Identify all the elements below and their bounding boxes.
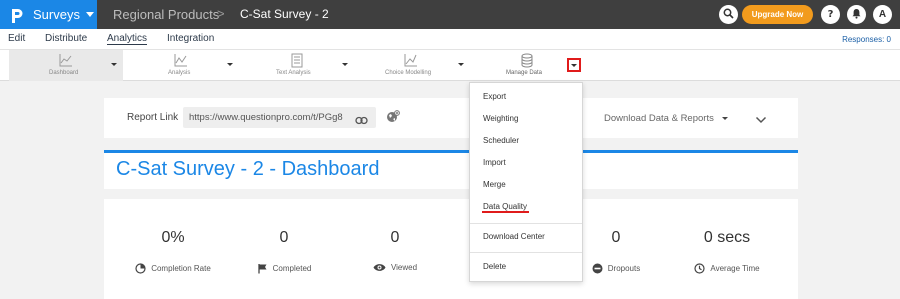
chevron-down-icon [85,12,94,17]
menu-item-export[interactable]: Export [483,92,506,101]
menu-divider [470,223,582,224]
app-name: Surveys [33,7,80,22]
tab-analytics[interactable]: Analytics [107,33,148,45]
breadcrumb-folder[interactable]: Regional Products [113,7,219,22]
chevron-down-icon [571,63,577,67]
bell-icon [851,6,862,24]
menu-divider [470,252,582,253]
stat-average-time: 0 secs Average Time [667,199,787,299]
dashboard-title-panel: C-Sat Survey - 2 - Dashboard [104,153,798,189]
page-title: C-Sat Survey - 2 - Dashboard [116,158,380,180]
tab-integration[interactable]: Integration [167,33,214,44]
stat-label: Viewed [390,263,418,272]
toolbar-text-analysis[interactable]: Text Analysis [250,50,355,81]
report-link-panel: Report Link https://www.questionpro.com/… [104,98,798,138]
report-url-text: https://www.questionpro.com/t/PGg8 [189,112,343,123]
toolbar-label-manage-data: Manage Data [506,70,543,76]
stat-value: 0 [390,229,400,246]
menu-item-weighting[interactable]: Weighting [483,114,518,123]
toolbar-label-choice-modelling: Choice Modelling [385,70,432,76]
svg-text:?: ? [828,9,834,19]
stat-label: Dropouts [607,264,641,273]
help-icon: ? [825,6,836,24]
stat-value: 0% [161,229,185,246]
breadcrumb-separator: > [217,6,225,21]
menu-item-merge[interactable]: Merge [483,180,506,189]
toolbar-label-analysis: Analysis [168,70,191,76]
chevron-down-icon[interactable] [458,63,464,66]
avatar-initial: A [878,9,887,20]
stat-label: Average Time [710,264,760,273]
toolbar-label-dashboard: Dashboard [49,70,79,76]
manage-data-menu: Export Weighting Scheduler Import Merge … [469,82,583,282]
secondary-nav: Edit Distribute Analytics Integration Re… [0,29,900,50]
stat-completion-rate: 0% Completion Rate [113,199,233,299]
toolbar-analysis[interactable]: Analysis [131,50,236,81]
breadcrumb-survey: C-Sat Survey - 2 [240,7,329,21]
questionpro-logo-icon [10,8,24,23]
stat-value: 0 secs [703,229,751,246]
toolbar-label-text-analysis: Text Analysis [276,70,311,76]
tab-edit[interactable]: Edit [8,33,25,44]
stat-value: 0 [279,229,289,246]
tab-distribute[interactable]: Distribute [45,33,87,44]
chevron-down-icon[interactable] [722,117,728,120]
menu-item-data-quality[interactable]: Data Quality [483,202,527,211]
stat-completed: 0 Completed [224,199,344,299]
menu-item-delete[interactable]: Delete [483,262,506,271]
globe-settings-icon[interactable] [386,110,400,129]
surveys-menu-button[interactable]: Surveys [0,0,97,29]
stat-viewed: 0 Viewed [335,199,455,299]
upgrade-now-button[interactable]: Upgrade Now [742,5,813,24]
stat-label: Completed [272,264,312,273]
highlight-underline [482,211,529,213]
search-button[interactable] [719,5,738,24]
search-icon [723,6,734,24]
download-data-reports-button[interactable]: Download Data & Reports [604,113,714,124]
chevron-down-icon[interactable] [227,63,233,66]
stat-label: Completion Rate [151,264,211,273]
menu-item-download-center[interactable]: Download Center [483,232,545,241]
responses-count[interactable]: Responses: 0 [842,35,891,44]
help-button[interactable]: ? [821,5,840,24]
top-bar: Surveys Regional Products > C-Sat Survey… [0,0,900,29]
analytics-toolbar: Dashboard Analysis Text Analysis Choice … [0,50,900,81]
link-icon[interactable] [355,112,368,130]
menu-item-scheduler[interactable]: Scheduler [483,136,519,145]
toolbar-dashboard[interactable]: Dashboard [9,50,123,81]
expand-chevron-icon[interactable] [755,111,767,129]
menu-item-import[interactable]: Import [483,158,506,167]
chevron-down-icon[interactable] [342,63,348,66]
report-link-label: Report Link [127,112,179,123]
flag-icon [257,263,268,274]
chevron-down-icon[interactable] [111,63,117,66]
clock-icon [694,263,705,274]
user-avatar-button[interactable]: A [873,5,892,24]
minus-circle-icon [592,263,603,274]
toolbar-manage-data[interactable]: Manage Data [490,50,565,81]
toolbar-choice-modelling[interactable]: Choice Modelling [370,50,470,81]
eye-icon [373,263,386,272]
notifications-button[interactable] [847,5,866,24]
manage-data-dropdown-toggle[interactable] [567,58,581,72]
stats-panel: 0% Completion Rate 0 Completed 0 Viewed … [104,199,798,299]
pie-icon [135,263,146,274]
report-url-field[interactable]: https://www.questionpro.com/t/PGg8 [183,107,376,128]
